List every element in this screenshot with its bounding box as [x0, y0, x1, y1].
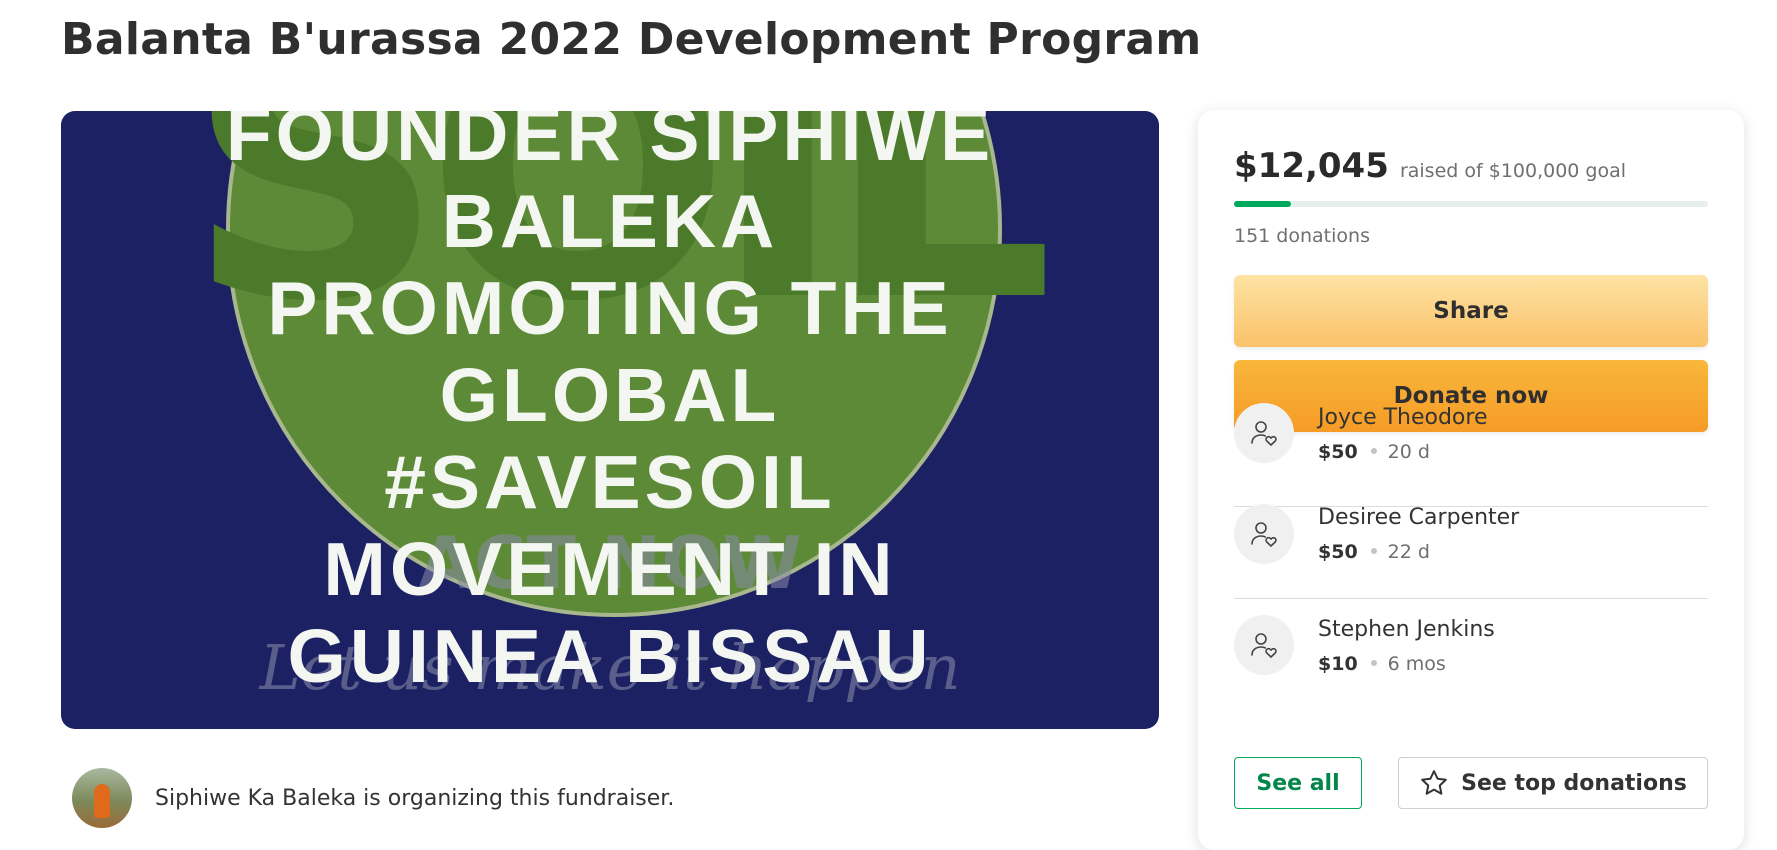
organizer-info: Siphiwe Ka Baleka is organizing this fun… [72, 767, 674, 829]
star-icon [1421, 770, 1448, 795]
see-top-donations-button[interactable]: See top donations [1398, 757, 1708, 809]
donation-sidebar-card: $12,045 raised of $100,000 goal 151 dona… [1198, 110, 1744, 850]
donor-name: Desiree Carpenter [1318, 505, 1520, 530]
separator-dot [1370, 660, 1377, 666]
separator-dot [1370, 448, 1377, 454]
donor-time: 22 d [1387, 541, 1430, 563]
donor-amount: $50 [1318, 541, 1358, 563]
donor-meta: $10 6 mos [1318, 653, 1446, 675]
hero-text: FOUNDER SIPHIWE BALEKA PROMOTING THE GLO… [61, 111, 1159, 700]
hero-line: #SAVESOIL [384, 440, 836, 524]
amount-row: $12,045 raised of $100,000 goal [1234, 146, 1626, 186]
donor-heart-icon [1234, 403, 1294, 463]
donor-amount: $50 [1318, 441, 1358, 463]
hero-line: GUINEA BISSAU [287, 614, 933, 698]
share-button[interactable]: Share [1234, 275, 1708, 347]
donor-meta: $50 22 d [1318, 541, 1430, 563]
raised-amount: $12,045 [1234, 146, 1389, 186]
hero-line: FOUNDER SIPHIWE [225, 111, 995, 176]
see-top-donations-label: See top donations [1461, 770, 1687, 796]
donor-amount: $10 [1318, 653, 1358, 675]
donor-name: Stephen Jenkins [1318, 617, 1495, 642]
organizer-text: Siphiwe Ka Baleka is organizing this fun… [155, 785, 675, 811]
donor-item: Joyce Theodore $50 20 d [1234, 403, 1708, 507]
donor-time: 6 mos [1387, 653, 1446, 675]
campaign-hero-image: SOIL ACT NOW Let us make it happen FOUND… [61, 111, 1159, 729]
divider [1234, 598, 1708, 599]
page-title: Balanta B'urassa 2022 Development Progra… [61, 14, 1202, 65]
progress-bar [1234, 201, 1708, 207]
donor-item: Stephen Jenkins $10 6 mos [1234, 615, 1708, 685]
hero-line: PROMOTING THE [267, 266, 953, 350]
organizer-avatar[interactable] [72, 768, 132, 828]
donor-heart-icon [1234, 504, 1294, 564]
separator-dot [1370, 548, 1377, 554]
donor-time: 20 d [1387, 441, 1430, 463]
donor-heart-icon [1234, 615, 1294, 675]
see-all-button[interactable]: See all [1234, 757, 1362, 809]
donation-count: 151 donations [1234, 225, 1370, 247]
donor-meta: $50 20 d [1318, 441, 1430, 463]
hero-line: BALEKA [441, 179, 779, 263]
hero-line: MOVEMENT IN [323, 527, 897, 611]
hero-line: GLOBAL [439, 353, 781, 437]
donor-name: Joyce Theodore [1318, 405, 1488, 430]
progress-bar-fill [1234, 201, 1292, 207]
goal-text: raised of $100,000 goal [1399, 160, 1627, 182]
donor-item: Desiree Carpenter $50 22 d [1234, 504, 1708, 599]
